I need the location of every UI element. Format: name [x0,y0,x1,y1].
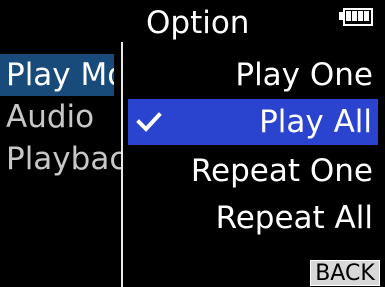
option-label: Play One [235,57,373,93]
battery-icon [339,8,373,26]
option-label: Repeat All [215,200,373,236]
page-title: Option [146,5,250,41]
device-screen: Option Play Mode Audio Playback Play One… [0,0,385,287]
option-repeat-all[interactable]: Repeat All [125,195,379,241]
check-icon [136,112,162,132]
parent-menu-item-label: Playback [6,141,121,177]
parent-menu-item-label: Play Mode [6,57,114,93]
back-button[interactable]: BACK [310,260,380,286]
parent-menu-item-label: Audio [6,99,95,135]
option-repeat-one[interactable]: Repeat One [125,148,379,194]
column-divider [121,42,123,287]
option-play-one[interactable]: Play One [125,52,379,98]
battery-level [346,11,370,21]
option-label: Repeat One [190,153,373,189]
parent-menu-item-audio[interactable]: Audio [0,96,121,138]
parent-menu-item-play-mode[interactable]: Play Mode [0,54,114,96]
option-play-all[interactable]: Play All [128,99,378,145]
parent-menu-item-playback[interactable]: Playback [0,138,121,180]
option-label: Play All [259,104,372,140]
